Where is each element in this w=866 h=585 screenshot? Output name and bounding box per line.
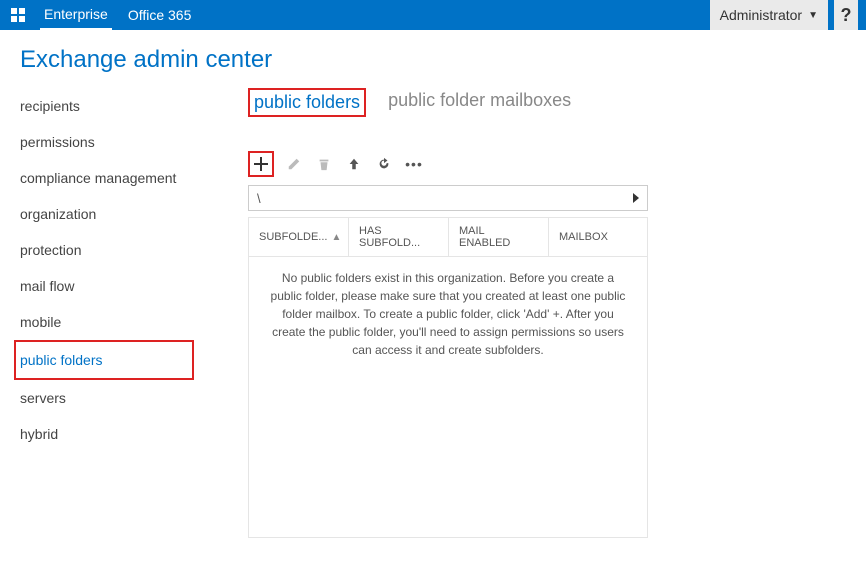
path-bar: \ bbox=[248, 185, 648, 211]
sidebar-item-protection[interactable]: protection bbox=[20, 232, 200, 268]
path-value: \ bbox=[257, 191, 261, 206]
sidebar-item-permissions[interactable]: permissions bbox=[20, 124, 200, 160]
sidebar-item-mobile[interactable]: mobile bbox=[20, 304, 200, 340]
sidebar-item-mailflow[interactable]: mail flow bbox=[20, 268, 200, 304]
sidebar-item-organization[interactable]: organization bbox=[20, 196, 200, 232]
sort-asc-icon: ▲ bbox=[331, 232, 341, 243]
table-header: SUBFOLDE... ▲ HAS SUBFOLD... MAIL ENABLE… bbox=[249, 218, 647, 257]
empty-message: No public folders exist in this organiza… bbox=[249, 257, 647, 537]
top-link-office365[interactable]: Office 365 bbox=[124, 0, 196, 30]
col-subfolder[interactable]: SUBFOLDE... ▲ bbox=[249, 218, 349, 256]
col-hassubfolders[interactable]: HAS SUBFOLD... bbox=[349, 218, 449, 256]
top-link-enterprise[interactable]: Enterprise bbox=[40, 0, 112, 30]
up-button[interactable] bbox=[344, 154, 364, 174]
sidebar-item-hybrid[interactable]: hybrid bbox=[20, 416, 200, 452]
sidebar-item-servers[interactable]: servers bbox=[20, 380, 200, 416]
chevron-down-icon: ▼ bbox=[808, 10, 818, 21]
tab-bar: public folders public folder mailboxes bbox=[248, 88, 856, 117]
help-button[interactable]: ? bbox=[834, 0, 858, 30]
toolbar: ••• bbox=[248, 151, 856, 177]
sidebar-item-recipients[interactable]: recipients bbox=[20, 88, 200, 124]
office-logo-icon bbox=[8, 5, 28, 25]
path-go-button[interactable] bbox=[627, 189, 645, 207]
main-panel: public folders public folder mailboxes •… bbox=[200, 88, 866, 538]
col-mailenabled[interactable]: MAIL ENABLED bbox=[449, 218, 549, 256]
top-bar-right: Administrator ▼ ? bbox=[710, 0, 858, 30]
content-area: recipients permissions compliance manage… bbox=[0, 88, 866, 538]
admin-label: Administrator bbox=[720, 7, 802, 23]
sidebar-item-compliance[interactable]: compliance management bbox=[20, 160, 200, 196]
admin-menu[interactable]: Administrator ▼ bbox=[710, 0, 828, 30]
sidebar-item-publicfolders[interactable]: public folders bbox=[14, 340, 194, 380]
page-title: Exchange admin center bbox=[0, 30, 866, 88]
delete-button bbox=[314, 154, 334, 174]
top-bar: Enterprise Office 365 Administrator ▼ ? bbox=[0, 0, 866, 30]
add-button[interactable] bbox=[248, 151, 274, 177]
folder-table: SUBFOLDE... ▲ HAS SUBFOLD... MAIL ENABLE… bbox=[248, 217, 648, 538]
sidebar: recipients permissions compliance manage… bbox=[0, 88, 200, 538]
top-bar-left: Enterprise Office 365 bbox=[8, 0, 195, 30]
refresh-button[interactable] bbox=[374, 154, 394, 174]
tab-publicfolders[interactable]: public folders bbox=[248, 88, 366, 117]
col-label: SUBFOLDE... bbox=[259, 231, 327, 243]
col-mailbox[interactable]: MAILBOX bbox=[549, 218, 647, 256]
edit-button bbox=[284, 154, 304, 174]
more-button[interactable]: ••• bbox=[404, 154, 424, 174]
tab-publicfoldermailboxes[interactable]: public folder mailboxes bbox=[384, 88, 575, 117]
